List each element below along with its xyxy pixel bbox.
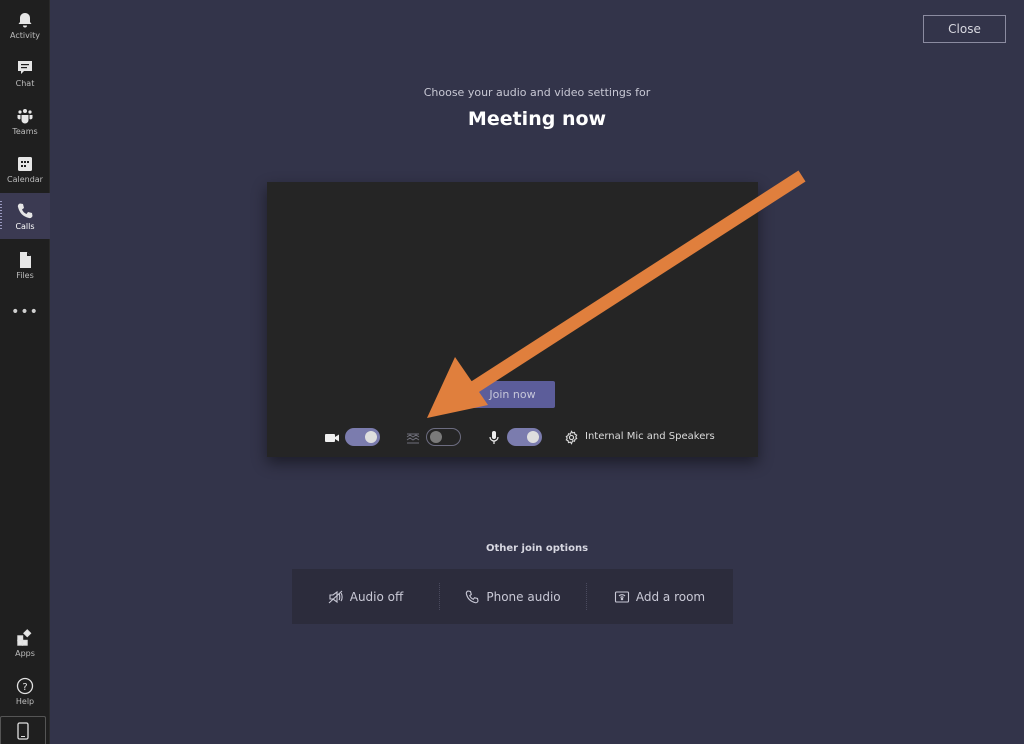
audio-device-settings[interactable]: Internal Mic and Speakers xyxy=(585,431,715,442)
apps-icon xyxy=(17,628,32,646)
device-controls: Internal Mic and Speakers xyxy=(0,428,1024,448)
chat-icon xyxy=(18,60,32,74)
toggle-knob xyxy=(430,431,442,443)
file-icon xyxy=(20,251,31,268)
phone-audio-option[interactable]: Phone audio xyxy=(439,569,586,624)
rail-item-label: Calendar xyxy=(7,174,43,184)
rail-item-label: Activity xyxy=(10,30,40,40)
rail-item-activity[interactable]: Activity xyxy=(0,2,50,48)
toggle-knob xyxy=(527,431,539,443)
close-button[interactable]: Close xyxy=(923,15,1006,43)
rail-item-label: Calls xyxy=(15,221,35,231)
rail-item-help[interactable]: ? Help xyxy=(0,668,50,714)
phone-icon xyxy=(466,589,479,603)
rail-item-label: Files xyxy=(16,270,34,280)
phone-icon xyxy=(17,203,33,218)
speaker-off-icon xyxy=(328,590,343,603)
other-join-options: Audio off Phone audio Add a room xyxy=(292,569,733,624)
calendar-icon xyxy=(18,156,32,171)
microphone-icon xyxy=(489,431,499,444)
audio-off-option[interactable]: Audio off xyxy=(292,569,439,624)
meeting-title: Meeting now xyxy=(467,108,607,130)
mobile-device-button[interactable] xyxy=(0,716,46,744)
video-preview xyxy=(267,182,758,457)
more-apps-button[interactable]: ••• xyxy=(0,304,50,320)
rail-item-files[interactable]: Files xyxy=(0,242,50,288)
other-join-options-label: Other join options xyxy=(485,543,589,554)
join-now-button[interactable]: Join now xyxy=(470,381,555,408)
help-icon: ? xyxy=(16,677,34,694)
settings-subtitle: Choose your audio and video settings for xyxy=(423,86,651,99)
bell-icon xyxy=(18,12,32,27)
toggle-knob xyxy=(365,431,377,443)
background-blur-icon xyxy=(406,433,420,444)
rail-item-label: Help xyxy=(15,696,35,706)
background-blur-toggle[interactable] xyxy=(426,428,461,446)
rail-item-calendar[interactable]: Calendar xyxy=(0,146,50,192)
phone-audio-label: Phone audio xyxy=(486,589,561,604)
add-room-label: Add a room xyxy=(635,589,706,604)
camera-toggle[interactable] xyxy=(345,428,380,446)
add-room-option[interactable]: Add a room xyxy=(586,569,733,624)
camera-icon xyxy=(325,434,339,442)
rail-item-calls[interactable]: Calls xyxy=(0,193,50,239)
mobile-phone-icon xyxy=(17,721,29,740)
microphone-toggle[interactable] xyxy=(507,428,542,446)
svg-text:?: ? xyxy=(22,682,27,693)
rail-item-label: Apps xyxy=(15,648,35,658)
gear-icon[interactable] xyxy=(564,430,579,445)
room-cast-icon xyxy=(614,590,629,603)
rail-item-apps[interactable]: Apps xyxy=(0,620,50,666)
audio-off-label: Audio off xyxy=(349,589,404,604)
